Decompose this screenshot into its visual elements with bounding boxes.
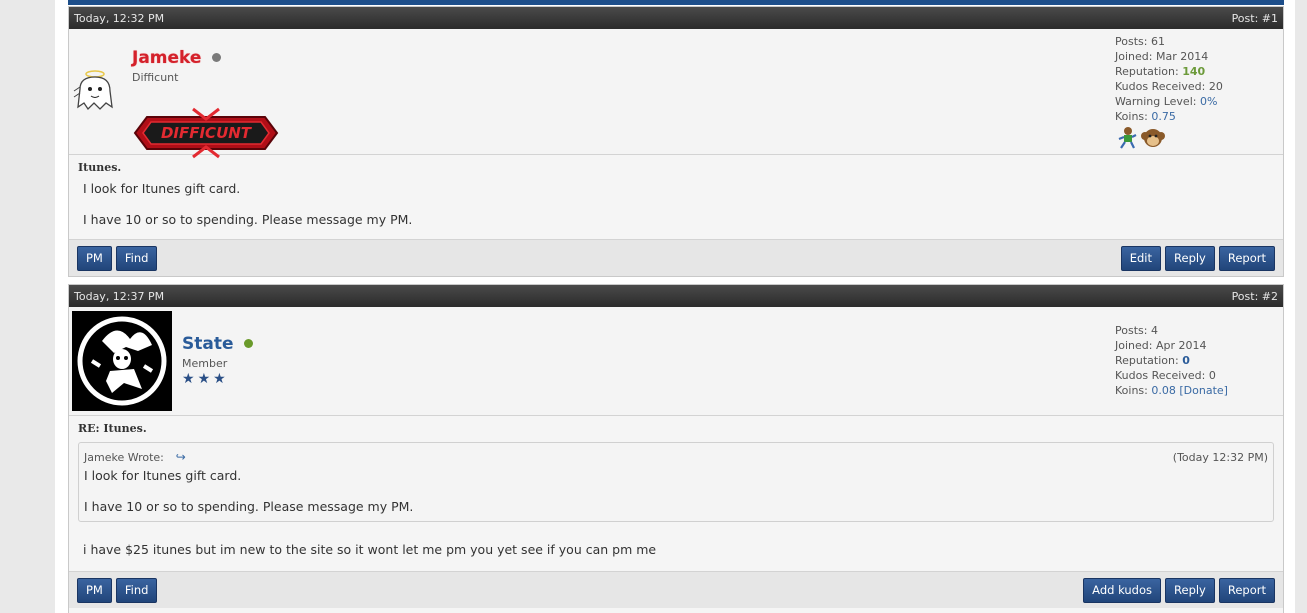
rank-banner-image: DIFFICUNT xyxy=(133,107,279,159)
post-1: Today, 12:32 PM Post: #1 Jameke Difficun… xyxy=(68,6,1284,277)
star-icon: ★ xyxy=(182,371,195,387)
ghost-avatar-icon xyxy=(73,70,113,111)
runner-award-icon[interactable] xyxy=(1115,126,1139,150)
user-stats: Posts: 4 Joined: Apr 2014 Reputation: 0 … xyxy=(1115,323,1228,398)
username[interactable]: Jameke xyxy=(132,48,201,68)
username[interactable]: State xyxy=(182,334,234,354)
stat-label: Reputation: xyxy=(1115,354,1179,367)
find-button[interactable]: Find xyxy=(115,245,158,271)
rank-banner-text: DIFFICUNT xyxy=(161,124,253,142)
stat-label: Posts: xyxy=(1115,324,1148,337)
jester-avatar-icon xyxy=(77,316,167,406)
koins-value: 0.75 xyxy=(1151,110,1176,123)
stat-label: Reputation: xyxy=(1115,65,1179,78)
stat-label: Kudos Received: xyxy=(1115,80,1206,93)
rank-stars: ★ ★ ★ xyxy=(182,371,253,387)
star-icon: ★ xyxy=(197,371,211,387)
author-info: Jameke Difficunt DIFFICUNT Posts: 61 Joi… xyxy=(69,29,1283,159)
donate-link[interactable]: [Donate] xyxy=(1179,384,1228,397)
user-title: Member xyxy=(182,357,228,370)
user-title: Difficunt xyxy=(132,71,179,84)
quote-time: (Today 12:32 PM) xyxy=(1172,451,1268,464)
message-line: I have 10 or so to spending. Please mess… xyxy=(83,212,413,227)
post-number[interactable]: Post: #1 xyxy=(1232,12,1278,25)
quote-line: I look for Itunes gift card. xyxy=(84,468,242,483)
add-kudos-button[interactable]: Add kudos xyxy=(1083,577,1162,603)
joined-date: Apr 2014 xyxy=(1155,339,1207,352)
posts-count: 61 xyxy=(1150,35,1165,48)
find-button[interactable]: Find xyxy=(115,577,158,603)
pm-button[interactable]: PM xyxy=(77,245,112,271)
avatar[interactable] xyxy=(72,69,118,113)
joined-date: Mar 2014 xyxy=(1155,50,1209,63)
author-info: State Member ★ ★ ★ Posts: 4 Joined: Apr 20… xyxy=(69,307,1283,416)
quote-block: Jameke Wrote: ↪ (Today 12:32 PM) I look … xyxy=(78,442,1274,522)
post-body: RE: Itunes. Jameke Wrote: ↪ (Today 12:32… xyxy=(69,416,1283,571)
report-button[interactable]: Report xyxy=(1218,577,1275,603)
koins-value: 0.08 xyxy=(1151,384,1176,397)
avatar[interactable] xyxy=(72,311,172,411)
reply-button[interactable]: Reply xyxy=(1165,245,1215,271)
monkey-award-icon[interactable] xyxy=(1141,126,1165,150)
quote-line: I have 10 or so to spending. Please mess… xyxy=(84,499,414,514)
stat-label: Posts: xyxy=(1115,35,1148,48)
post-header: Today, 12:32 PM Post: #1 xyxy=(69,7,1283,29)
quote-author: Jameke Wrote: xyxy=(84,451,164,464)
stat-label: Koins: xyxy=(1115,384,1148,397)
pm-button[interactable]: PM xyxy=(77,577,112,603)
post-2: Today, 12:37 PM Post: #2 State Member ★ ★… xyxy=(68,284,1284,613)
kudos-value: 0 xyxy=(1208,369,1216,382)
stat-label: Koins: xyxy=(1115,110,1148,123)
post-header: Today, 12:37 PM Post: #2 xyxy=(69,285,1283,307)
edit-button[interactable]: Edit xyxy=(1120,245,1162,271)
reputation-value[interactable]: 140 xyxy=(1182,65,1205,78)
post-number[interactable]: Post: #2 xyxy=(1232,290,1278,303)
reply-button[interactable]: Reply xyxy=(1165,577,1215,603)
offline-status-icon xyxy=(212,53,222,62)
stat-label: Joined: xyxy=(1115,50,1153,63)
posts-count: 4 xyxy=(1150,324,1158,337)
post-date: Today, 12:32 PM xyxy=(74,11,165,25)
post-body: Itunes. I look for Itunes gift card. I h… xyxy=(69,155,1283,239)
reputation-value[interactable]: 0 xyxy=(1182,354,1190,367)
top-accent-bar xyxy=(68,0,1284,5)
message-line: i have $25 itunes but im new to the site… xyxy=(83,542,657,557)
post-subject: Itunes. xyxy=(78,161,122,174)
kudos-value: 20 xyxy=(1208,80,1223,93)
user-stats: Posts: 61 Joined: Mar 2014 Reputation: 1… xyxy=(1115,34,1223,150)
post-footer: PM Find Edit Reply Report xyxy=(69,239,1283,276)
post-date: Today, 12:37 PM xyxy=(74,289,165,303)
message-line: I look for Itunes gift card. xyxy=(83,181,241,196)
warning-level-link[interactable]: 0% xyxy=(1200,95,1217,108)
post-subject: RE: Itunes. xyxy=(78,422,147,435)
stat-label: Warning Level: xyxy=(1115,95,1197,108)
stat-label: Kudos Received: xyxy=(1115,369,1206,382)
report-button[interactable]: Report xyxy=(1218,245,1275,271)
view-quoted-post-icon[interactable]: ↪ xyxy=(176,450,186,464)
stat-label: Joined: xyxy=(1115,339,1153,352)
star-icon: ★ xyxy=(213,371,226,387)
online-status-icon xyxy=(244,339,254,348)
post-footer: PM Find Add kudos Reply Report xyxy=(69,571,1283,608)
